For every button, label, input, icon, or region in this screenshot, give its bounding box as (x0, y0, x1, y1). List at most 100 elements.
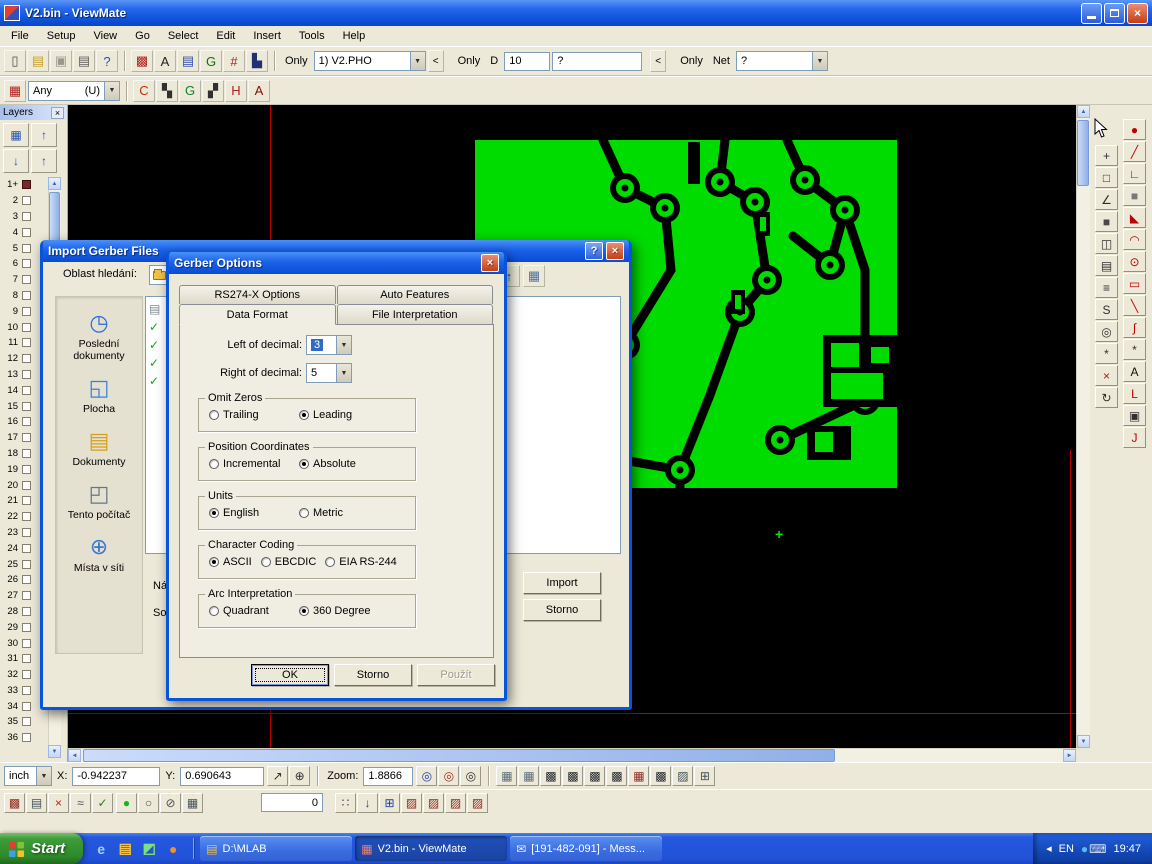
right-decimal-arrow-icon[interactable]: ▼ (336, 364, 351, 382)
curve-tool[interactable]: S (1095, 299, 1118, 320)
erase-tool[interactable]: × (1095, 365, 1118, 386)
selection-filter-combo[interactable]: Any (U) ▼ (28, 81, 120, 101)
right-of-decimal-combo[interactable]: 5 ▼ (306, 363, 352, 383)
menu-view[interactable]: View (84, 28, 126, 44)
tray-chevron-icon[interactable]: ◂ (1046, 842, 1052, 855)
left-decimal-arrow-icon[interactable]: ▼ (336, 336, 351, 354)
layer-visibility-checkbox[interactable] (22, 228, 31, 237)
layer-visibility-checkbox[interactable] (22, 354, 31, 363)
task-mlab[interactable]: ▤D:\MLAB (200, 836, 352, 861)
gerber-cancel-button[interactable]: Storno (334, 664, 412, 686)
origin-target-icon[interactable]: ⊕ (289, 766, 310, 786)
grid-display-icon[interactable]: ▦ (496, 766, 517, 786)
left-of-decimal-combo[interactable]: 3 ▼ (306, 335, 352, 355)
task-viewmate[interactable]: ▦V2.bin - ViewMate (355, 836, 507, 861)
anchor-frame-icon[interactable]: ⊞ (379, 793, 400, 813)
layers-scroll-up-icon[interactable]: ▲ (48, 177, 61, 190)
align-tool[interactable]: ≡ (1095, 277, 1118, 298)
layers-panel-header[interactable]: Layers × (0, 105, 67, 120)
layer-visibility-checkbox[interactable] (22, 686, 31, 695)
layer-visibility-checkbox[interactable] (22, 386, 31, 395)
layer-visibility-checkbox[interactable] (22, 591, 31, 600)
layer-visibility-checkbox[interactable] (22, 575, 31, 584)
layers-grid-button[interactable]: ▦ (3, 123, 29, 147)
radio-quadrant[interactable]: Quadrant (209, 605, 299, 617)
language-indicator[interactable]: EN (1059, 843, 1074, 855)
star-tool[interactable]: * (1123, 339, 1146, 360)
layer-up-button[interactable]: ↑ (31, 123, 57, 147)
sketch-lines-icon[interactable]: ≈ (70, 793, 91, 813)
layer-visibility-checkbox[interactable] (22, 244, 31, 253)
gerber-dialog-close-button[interactable]: × (481, 254, 499, 272)
dot-grid-icon[interactable]: ∷ (335, 793, 356, 813)
layer-visibility-checkbox[interactable] (22, 465, 31, 474)
aperture-list-icon[interactable]: A (154, 50, 176, 72)
draw-check-icon[interactable]: ✓ (92, 793, 113, 813)
net-combo[interactable]: ? ▼ (736, 51, 828, 71)
pattern-red-a-icon[interactable]: ▨ (401, 793, 422, 813)
layer-visibility-checkbox[interactable] (22, 338, 31, 347)
layer-visibility-checkbox[interactable] (22, 180, 31, 189)
pattern-red-icon[interactable]: ▦ (628, 766, 649, 786)
place-computer[interactable]: ◰Tento počítač (56, 481, 142, 521)
save-icon[interactable]: ▣ (50, 50, 72, 72)
rectangle-tool[interactable]: ▭ (1123, 273, 1146, 294)
layer-visibility-checkbox[interactable] (22, 607, 31, 616)
tray-messenger-icon[interactable]: ● (1081, 842, 1088, 856)
start-button[interactable]: Start (0, 833, 83, 864)
layer-visibility-checkbox[interactable] (22, 528, 31, 537)
radio-metric[interactable]: Metric (299, 507, 389, 519)
graphic-codes-icon[interactable]: G (200, 50, 222, 72)
horizontal-scrollbar[interactable]: ◄ ► (68, 748, 1076, 762)
tab-data-format[interactable]: Data Format (179, 304, 336, 325)
dcode-grid-icon[interactable]: ▩ (131, 50, 153, 72)
scroll-down-icon[interactable]: ▼ (1077, 735, 1090, 748)
layer-visibility-checkbox[interactable] (22, 275, 31, 284)
layer-visibility-checkbox[interactable] (22, 717, 31, 726)
dcode-field[interactable]: 10 (504, 52, 550, 71)
pattern-red-c-icon[interactable]: ▨ (445, 793, 466, 813)
circle-outline-icon[interactable]: ○ (138, 793, 159, 813)
arc-tool[interactable]: ◠ (1123, 229, 1146, 250)
folders-quicklaunch-icon[interactable]: ▤ (116, 840, 134, 858)
only-layer-label[interactable]: Only (281, 55, 312, 67)
grid-snap-icon[interactable]: ▦ (518, 766, 539, 786)
menu-edit[interactable]: Edit (207, 28, 244, 44)
restore-button[interactable] (1104, 3, 1125, 24)
zoom-tool-icon[interactable]: ◎ (416, 766, 437, 786)
only-net-label[interactable]: Only (676, 55, 707, 67)
zoom-region-icon[interactable]: ◎ (438, 766, 459, 786)
y-coordinate-field[interactable]: 0.690643 (180, 767, 264, 786)
layer-visibility-checkbox[interactable] (22, 196, 31, 205)
task-message[interactable]: ✉[191-482-091] - Mess... (510, 836, 662, 861)
rotate-tool[interactable]: ↻ (1095, 387, 1118, 408)
anchor-down-icon[interactable]: ↓ (357, 793, 378, 813)
close-button[interactable]: × (1127, 3, 1148, 24)
ie-quicklaunch-icon[interactable]: e (92, 840, 110, 858)
radio-trailing[interactable]: Trailing (209, 409, 299, 421)
layer-visibility-checkbox[interactable] (22, 496, 31, 505)
import-button[interactable]: Import (523, 572, 601, 594)
place-documents[interactable]: ▤Dokumenty (56, 428, 142, 468)
save-view-tool[interactable]: ▣ (1123, 405, 1146, 426)
net-highlight-icon[interactable]: # (223, 50, 245, 72)
dialog-help-button[interactable]: ? (585, 242, 603, 260)
print-icon[interactable]: ▤ (73, 50, 95, 72)
pattern-mixed-icon[interactable]: ▨ (672, 766, 693, 786)
pattern-dark-2-icon[interactable]: ▩ (562, 766, 583, 786)
layer-visibility-checkbox[interactable] (22, 639, 31, 648)
pattern-dark-1-icon[interactable]: ▩ (540, 766, 561, 786)
scroll-right-icon[interactable]: ► (1063, 749, 1076, 762)
browser-quicklaunch-icon[interactable]: ● (164, 840, 182, 858)
import-dialog-close-button[interactable]: × (606, 242, 624, 260)
c-apertures-icon[interactable]: C (133, 80, 155, 102)
layer-visibility-checkbox[interactable] (22, 560, 31, 569)
polyline-tool[interactable]: ∫ (1123, 317, 1146, 338)
zoom-window-tool[interactable]: □ (1095, 167, 1118, 188)
layer-list-tool[interactable]: ▤ (1095, 255, 1118, 276)
radio-leading[interactable]: Leading (299, 409, 389, 421)
layer-row[interactable]: 1+ (0, 177, 48, 193)
new-file-icon[interactable]: ▯ (4, 50, 26, 72)
dcode-query-field[interactable]: ? (552, 52, 642, 71)
minimize-button[interactable] (1081, 3, 1102, 24)
